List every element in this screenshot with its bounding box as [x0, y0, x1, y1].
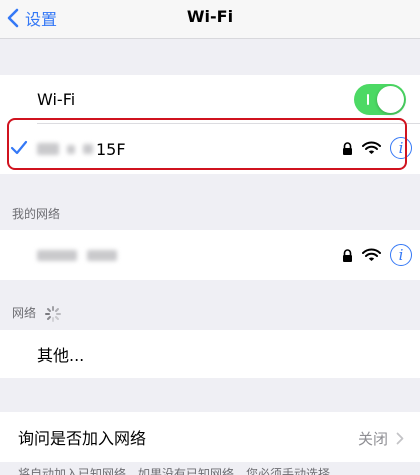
checkmark-icon [10, 140, 28, 155]
wifi-group: Wi-Fi 15F i [0, 75, 420, 174]
ssid-redacted [83, 144, 93, 154]
info-icon[interactable]: i [390, 137, 412, 159]
ssid-redacted [67, 144, 75, 154]
toggle-on-indicator [367, 94, 369, 105]
wifi-toggle-switch[interactable] [354, 84, 406, 115]
wifi-icon [362, 141, 381, 154]
navigation-bar: 设置 Wi-Fi [0, 0, 420, 39]
my-network-icons: i [342, 244, 412, 266]
spinner-icon [44, 305, 61, 322]
wifi-icon [362, 248, 381, 261]
page-title: Wi-Fi [186, 7, 234, 26]
ssid-redacted [37, 249, 77, 261]
ask-to-join-group: 询问是否加入网络 关闭 [0, 412, 420, 462]
connected-network-icons: i [342, 137, 412, 159]
wifi-settings-screen: 设置 Wi-Fi Wi-Fi 15F i 我的网络 i 网络 其他... 询问是… [0, 0, 420, 475]
ask-to-join-value: 关闭 [357, 430, 388, 448]
ssid-redacted [37, 143, 59, 155]
lock-icon [343, 248, 352, 262]
other-network-row[interactable]: 其他... [0, 330, 420, 378]
my-network-name [37, 249, 117, 261]
networks-header: 网络 [12, 304, 62, 323]
my-network-row[interactable]: i [0, 230, 420, 280]
footer-description: 将自动加入已知网络。如果没有已知网络，您必须手动选择 [18, 467, 331, 475]
networks-group: 其他... [0, 330, 420, 378]
other-network-label: 其他... [37, 346, 85, 365]
lock-icon [343, 141, 352, 155]
ssid-suffix: 15F [96, 139, 126, 159]
my-networks-group: i [0, 230, 420, 280]
info-icon[interactable]: i [390, 244, 412, 266]
wifi-toggle-label: Wi-Fi [37, 89, 76, 109]
connected-network-row[interactable]: 15F i [0, 124, 420, 174]
ssid-redacted [87, 249, 117, 261]
ask-to-join-label: 询问是否加入网络 [18, 429, 147, 448]
wifi-toggle-row: Wi-Fi [0, 75, 420, 123]
networks-header-label: 网络 [12, 306, 37, 320]
my-networks-header: 我的网络 [12, 207, 61, 221]
ask-to-join-row[interactable]: 询问是否加入网络 关闭 [0, 412, 420, 462]
chevron-right-icon [396, 432, 404, 445]
ask-to-join-value-wrap: 关闭 [358, 428, 404, 449]
toggle-knob [377, 86, 404, 113]
connected-network-name: 15F [37, 140, 126, 159]
